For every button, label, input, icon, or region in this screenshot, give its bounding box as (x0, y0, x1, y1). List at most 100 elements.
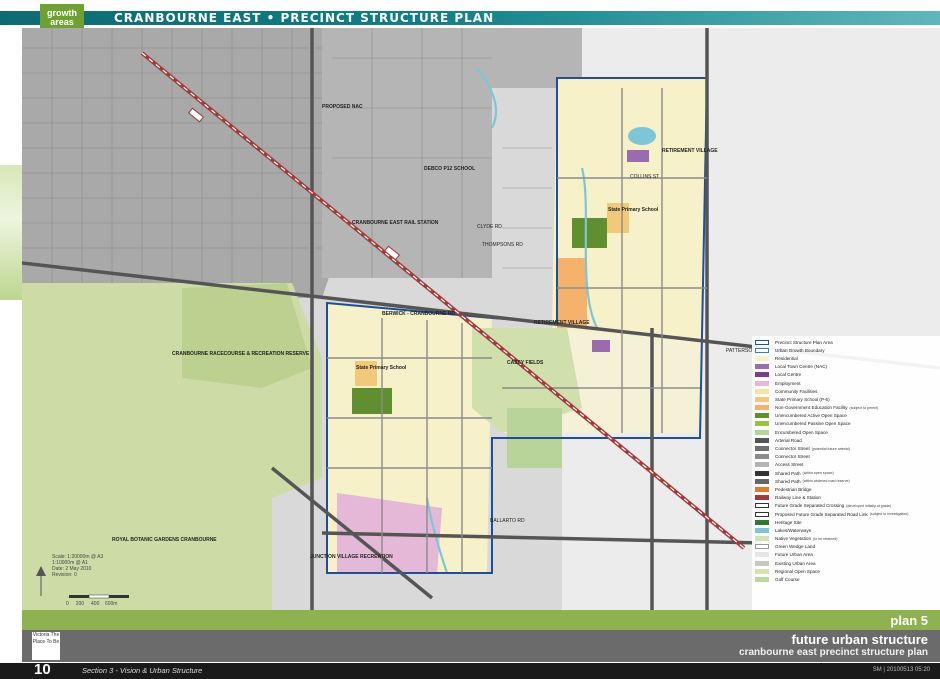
label-state-school-north: State Primary School (608, 207, 659, 213)
label-thompsons-rd: THOMPSONS RD (482, 242, 523, 248)
plan-number: plan 5 (890, 613, 928, 628)
legend-label: Pedestrian Bridge (775, 486, 812, 492)
scale-tick: 600m (104, 601, 118, 607)
legend-item: Heritage Site (755, 518, 937, 526)
legend-item: Proposed Future Grade Separated Road Lin… (755, 510, 937, 518)
legend-swatch (755, 503, 769, 509)
legend-label: Precinct Structure Plan Area (775, 339, 833, 345)
legend-swatch (755, 486, 769, 492)
legend-item: Golf Course (755, 575, 937, 583)
scale-info: Scale: 1:20000m @ A3 1:10000m @ A1 Date:… (52, 554, 103, 578)
legend-item: Community Facilities (755, 387, 937, 395)
legend-swatch (755, 429, 769, 435)
legend-item: Shared Path (within open space) (755, 469, 937, 477)
legend-swatch (755, 421, 769, 427)
plan-title: future urban structure (791, 632, 928, 647)
legend-item: Local Town Centre (NAC) (755, 363, 937, 371)
legend-label: Shared Path (775, 470, 801, 476)
legend-label: Local Town Centre (NAC) (775, 364, 827, 370)
legend-label: State Primary School (P-6) (775, 396, 830, 402)
map-legend: Precinct Structure Plan Area Urban Growth… (752, 336, 940, 610)
logo-line-2: areas (50, 17, 74, 27)
legend-swatch (755, 446, 769, 452)
legend-item: Future Grade Separated Crossing (develope… (755, 502, 937, 510)
legend-label: Local Centre (775, 372, 802, 378)
label-retirement-village-central: RETIREMENT VILLAGE (534, 320, 590, 326)
victoria-logo: Victoria The Place To Be (32, 632, 60, 660)
label-casey-fields: CASEY FIELDS (507, 360, 544, 366)
legend-label: Non-Government Education Facility (775, 405, 848, 411)
legend-item: Shared Path (within widened road reserve) (755, 477, 937, 485)
legend-swatch (755, 478, 769, 484)
legend-swatch (755, 437, 769, 443)
label-rail-station: CRANBOURNE EAST RAIL STATION (352, 220, 439, 226)
label-proposed-nac: PROPOSED NAC (322, 104, 363, 110)
legend-label: Access Street (775, 462, 804, 468)
legend-label: Proposed Future Grade Separated Road Lin… (775, 511, 868, 517)
legend-label: Shared Path (775, 478, 801, 484)
legend-label: Connector Street (775, 454, 810, 460)
legend-item: Residential (755, 354, 937, 362)
legend-swatch (755, 405, 769, 411)
existing-urban-area-west (22, 28, 352, 298)
legend-label: Native Vegetation (775, 536, 812, 542)
legend-note: (subject to investigation) (869, 512, 909, 517)
label-state-school-west: State Primary School (356, 365, 407, 371)
title-band: Victoria The Place To Be future urban st… (22, 630, 940, 662)
label-retirement-village-north: RETIREMENT VILLAGE (662, 148, 718, 154)
legend-swatch (755, 347, 769, 353)
legend-label: Railway Line & Station (775, 495, 821, 501)
label-junction-village: JUNCTION VILLAGE RECREATION (310, 554, 393, 560)
scale-ticks: 0 200 400 600m (66, 601, 117, 607)
legend-label: Residential (775, 355, 798, 361)
legend-swatch (755, 536, 769, 542)
local-town-centre (627, 150, 649, 162)
legend-swatch (755, 470, 769, 476)
legend-note: (within open space) (802, 471, 834, 476)
legend-item: Existing Urban Area (755, 559, 937, 567)
plan-subtitle: cranbourne east precinct structure plan (739, 647, 928, 658)
legend-item: Green Wedge Land (755, 543, 937, 551)
section-label: Section 3 - Vision & Urban Structure (82, 666, 203, 675)
legend-swatch (755, 396, 769, 402)
legend-label: Arterial Road (775, 437, 802, 443)
scale-line-4: Revision: 0 (52, 572, 77, 578)
scale-tick: 0 (66, 601, 69, 607)
legend-item: Access Street (755, 461, 937, 469)
legend-label: Green Wedge Land (775, 544, 816, 550)
legend-item: Connector Street (potential future arteri… (755, 444, 937, 452)
page-number: 10 (34, 661, 51, 678)
legend-swatch (755, 454, 769, 460)
scale-tick: 200 (75, 601, 85, 607)
legend-item: Encumbered Open Space (755, 428, 937, 436)
legend-label: Connector Street (775, 446, 810, 452)
legend-item: Native Vegetation (to be retained) (755, 535, 937, 543)
legend-item: Arterial Road (755, 436, 937, 444)
legend-label: Employment (775, 380, 801, 386)
legend-swatch (755, 519, 769, 525)
legend-swatch (755, 388, 769, 394)
document-title: CRANBOURNE EAST • PRECINCT STRUCTURE PLA… (114, 11, 495, 25)
legend-swatch (755, 568, 769, 574)
legend-label: Golf Course (775, 577, 800, 583)
legend-item: Pedestrian Bridge (755, 485, 937, 493)
legend-item: Local Centre (755, 371, 937, 379)
legend-item: Employment (755, 379, 937, 387)
legend-label: Encumbered Open Space (775, 429, 828, 435)
legend-swatch (755, 339, 769, 345)
label-debco-school: DEBCO P12 SCHOOL (424, 166, 475, 172)
non-government-education (557, 258, 587, 328)
legend-item: Urban Growth Boundary (755, 346, 937, 354)
legend-swatch (755, 413, 769, 419)
label-collins-st: COLLINS ST (630, 174, 659, 180)
legend-label: Community Facilities (775, 388, 818, 394)
legend-swatch (755, 462, 769, 468)
legend-item: Railway Line & Station (755, 494, 937, 502)
legend-swatch (755, 577, 769, 583)
footer-code: SM | 20100513 05:20 (872, 667, 930, 673)
legend-label: Regional Open Space (775, 568, 820, 574)
legend-label: Future Urban Area (775, 552, 813, 558)
map: PROPOSED NAC CRANBOURNE EAST RAIL STATIO… (22, 28, 940, 610)
legend-swatch (755, 527, 769, 533)
legend-item: Precinct Structure Plan Area (755, 338, 937, 346)
